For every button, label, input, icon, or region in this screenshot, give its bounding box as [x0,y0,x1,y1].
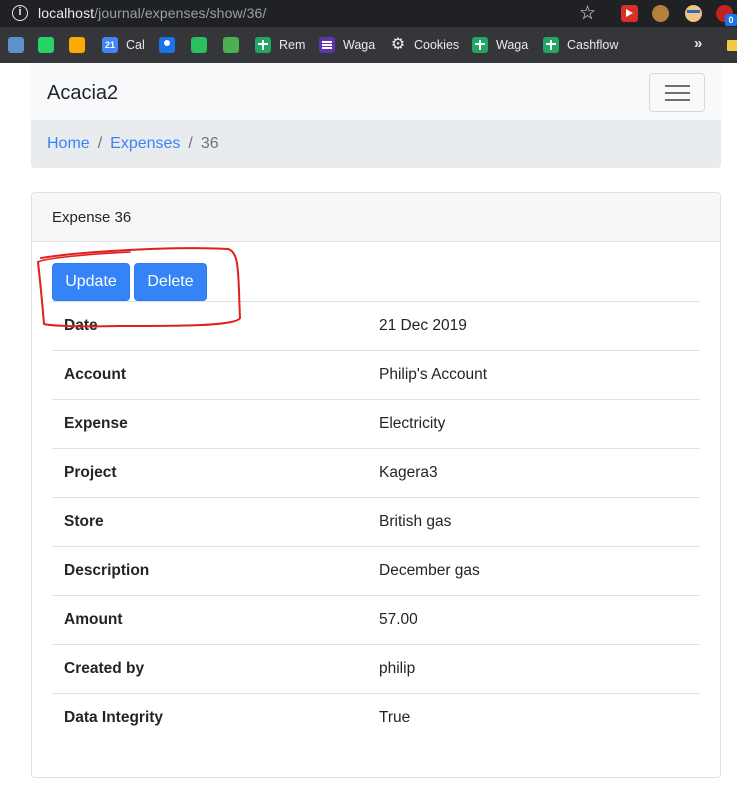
bookmark-label: Cal [126,38,145,52]
table-row: Amount 57.00 [52,595,700,645]
calendar-icon: 21 [102,37,118,53]
breadcrumb-current: 36 [200,135,219,152]
row-value: British gas [367,497,700,547]
table-row: Date 21 Dec 2019 [52,301,700,351]
card-title: Expense 36 [32,193,720,242]
breadcrumb-home[interactable]: Home [47,135,90,152]
dino-icon [8,37,24,53]
hamburger-icon [665,92,690,94]
bookmark-label: Waga [496,38,529,52]
sheet-icon [255,37,271,53]
sheet-icon [543,37,559,53]
bookmark-whatsapp[interactable] [38,36,62,54]
row-key: Data Integrity [52,693,367,743]
breadcrumb: Home / Expenses / 36 [31,120,721,168]
bookmark-star-icon[interactable]: ☆ [579,2,596,25]
row-value: 21 Dec 2019 [367,301,700,351]
row-key: Project [52,448,367,498]
folder-icon[interactable] [727,40,737,51]
site-info-icon[interactable]: i [12,5,28,21]
bookmarks-bar: 21 Cal Rem Waga ⚙ Cookies Waga Cashflow [0,27,737,63]
row-key: Expense [52,399,367,449]
bookmark-evernote[interactable] [191,36,215,54]
row-key: Amount [52,595,367,645]
table-row: Account Philip's Account [52,350,700,400]
bookmark-rem[interactable]: Rem [255,36,305,54]
more-bookmarks-icon[interactable]: » [694,35,702,52]
leaf-icon [223,37,239,53]
bookmark-label: Rem [279,38,306,52]
bookmark-leaf[interactable] [223,36,247,54]
row-value: December gas [367,546,700,596]
url-path: /journal/expenses/show/36/ [94,5,267,21]
evernote-icon [191,37,207,53]
bookmark-dino[interactable] [8,36,32,54]
video-extension-icon[interactable] [621,5,638,22]
row-key: Created by [52,644,367,694]
navbar-brand[interactable]: Acacia2 [47,82,118,105]
bookmark-label: Cashflow [567,38,619,52]
bookmark-person[interactable] [159,36,183,54]
gear-icon: ⚙ [390,36,406,53]
person-icon [159,37,175,53]
bookmark-cookies[interactable]: ⚙ Cookies [390,36,459,54]
extension-badge: 0 [725,14,737,26]
bookmark-waga-list[interactable]: Waga [319,36,375,54]
sheet-icon [472,37,488,53]
row-value: philip [367,644,700,694]
cookie-extension-icon[interactable] [652,5,669,22]
table-row: Data Integrity True [52,693,700,743]
breadcrumb-expenses[interactable]: Expenses [110,135,180,152]
url-host: localhost [38,5,95,21]
table-row: Expense Electricity [52,399,700,449]
bookmark-label: Waga [343,38,376,52]
breadcrumb-separator: / [188,135,193,152]
row-key: Account [52,350,367,400]
bulb-icon [69,37,85,53]
row-value: 57.00 [367,595,700,645]
row-value: Electricity [367,399,700,449]
row-key: Description [52,546,367,596]
hamburger-icon [665,85,690,87]
whatsapp-icon [38,37,54,53]
row-key: Date [52,301,367,351]
delete-button[interactable]: Delete [134,263,207,301]
hamburger-icon [665,99,690,101]
expense-card: Expense 36 Update Delete Date 21 Dec 2019… [31,192,721,778]
url-text[interactable]: localhost/journal/expenses/show/36/ [38,5,266,21]
bookmark-label: Cookies [414,38,460,52]
bookmark-waga-sheet[interactable]: Waga [472,36,528,54]
row-key: Store [52,497,367,547]
bookmark-bulb[interactable] [69,36,93,54]
navbar-toggler-button[interactable] [649,73,705,112]
table-row: Created by philip [52,644,700,694]
address-bar[interactable]: i localhost/journal/expenses/show/36/ ☆ … [0,0,737,27]
bookmark-cashflow[interactable]: Cashflow [543,36,618,54]
row-value: Kagera3 [367,448,700,498]
face-extension-icon[interactable] [685,5,702,22]
table-row: Description December gas [52,546,700,596]
row-value: True [367,693,700,743]
table-row: Project Kagera3 [52,448,700,498]
table-row: Store British gas [52,497,700,547]
update-button[interactable]: Update [52,263,130,301]
details-table: Date 21 Dec 2019 Account Philip's Account … [52,301,700,743]
navbar: Acacia2 [31,63,721,120]
list-icon [319,37,335,53]
row-value: Philip's Account [367,350,700,400]
bookmark-cal[interactable]: 21 Cal [102,36,145,54]
breadcrumb-separator: / [97,135,103,152]
